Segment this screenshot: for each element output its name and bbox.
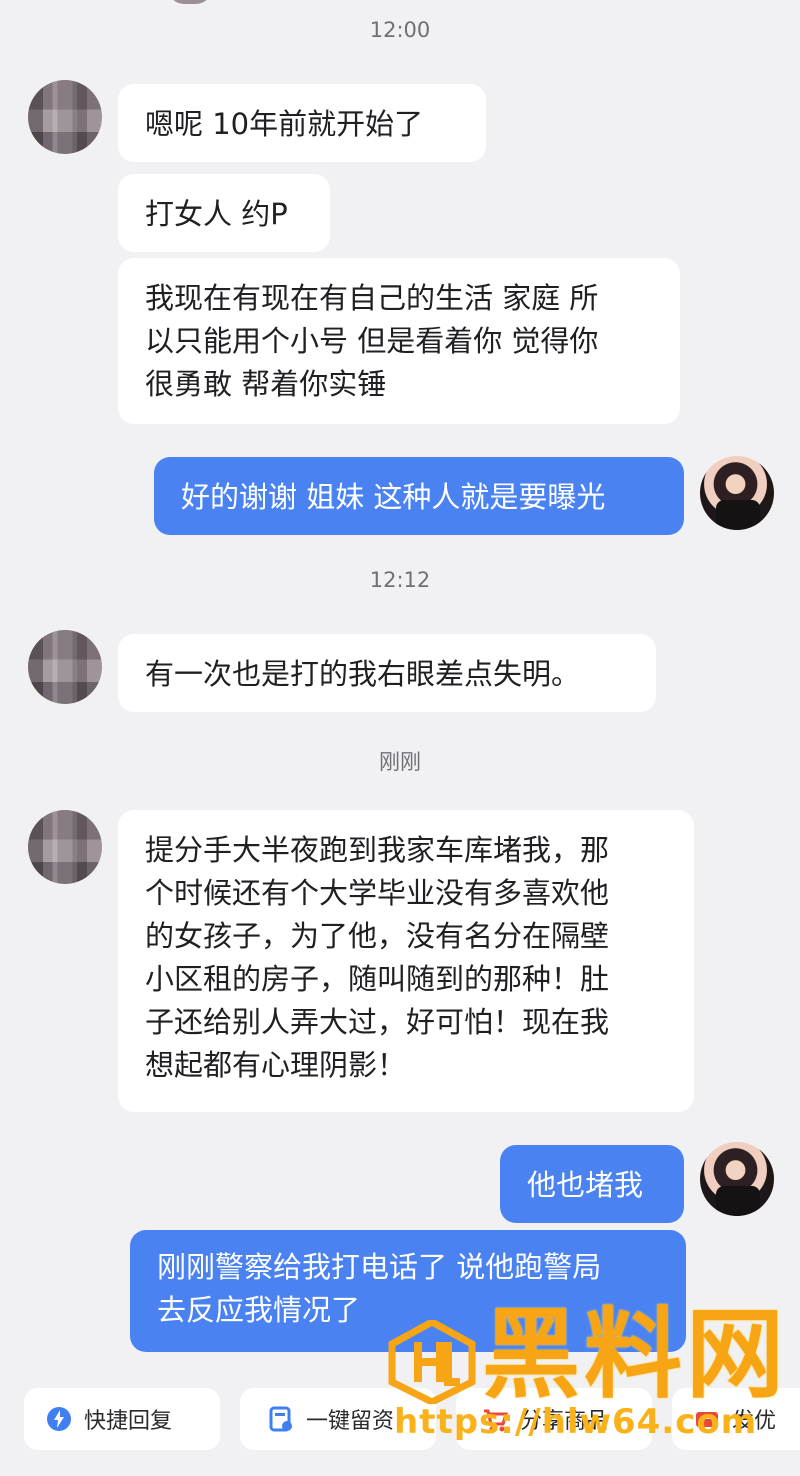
contact-avatar[interactable] bbox=[28, 810, 102, 884]
timestamp: 12:12 bbox=[369, 568, 431, 592]
message-bubble-outgoing[interactable]: 好的谢谢 姐妹 这种人就是要曝光 bbox=[154, 457, 684, 535]
watermark-url: https://hlw64.com bbox=[394, 1402, 758, 1442]
message-bubble-incoming[interactable]: 打女人 约P bbox=[118, 174, 330, 252]
timestamp: 刚刚 bbox=[379, 750, 421, 774]
message-line: 小区租的房子，随叫随到的那种！肚 bbox=[145, 962, 610, 996]
timestamp: 12:00 bbox=[369, 18, 431, 42]
message-line: 以只能用个小号 但是看着你 觉得你 bbox=[145, 324, 599, 358]
message-line: 子还给别人弄大过，好可怕！现在我 bbox=[145, 1005, 610, 1039]
message-line: 很勇敢 帮着你实锤 bbox=[145, 367, 387, 401]
message-line: 我现在有现在有自己的生活 家庭 所 bbox=[145, 281, 599, 315]
quick-reply-button[interactable]: 快捷回复 bbox=[24, 1388, 220, 1450]
hl-logo-icon bbox=[388, 1318, 476, 1406]
message-line: 提分手大半夜跑到我家车库堵我，那 bbox=[145, 833, 610, 867]
self-avatar[interactable] bbox=[700, 456, 774, 530]
contact-avatar[interactable] bbox=[28, 80, 102, 154]
self-avatar[interactable] bbox=[700, 1142, 774, 1216]
quick-reply-label: 快捷回复 bbox=[84, 1409, 173, 1434]
message-bubble-incoming[interactable]: 提分手大半夜跑到我家车库堵我，那 个时候还有个大学毕业没有多喜欢他 的女孩子，为… bbox=[118, 810, 694, 1112]
avatar-partial bbox=[168, 0, 212, 4]
contact-avatar[interactable] bbox=[28, 630, 102, 704]
message-line: 刚刚警察给我打电话了 说他跑警局 bbox=[157, 1250, 602, 1284]
message-line: 想起都有心理阴影！ bbox=[145, 1048, 407, 1082]
message-line: 的女孩子，为了他，没有名分在隔壁 bbox=[145, 919, 610, 953]
message-bubble-incoming[interactable]: 有一次也是打的我右眼差点失明。 bbox=[118, 634, 656, 712]
message-bubble-outgoing[interactable]: 他也堵我 bbox=[500, 1145, 684, 1223]
message-bubble-incoming[interactable]: 我现在有现在有自己的生活 家庭 所 以只能用个小号 但是看着你 觉得你 很勇敢 … bbox=[118, 258, 680, 424]
message-line: 个时候还有个大学毕业没有多喜欢他 bbox=[145, 876, 610, 910]
form-icon bbox=[268, 1405, 294, 1433]
watermark-title: 黑料网 bbox=[482, 1298, 789, 1412]
watermark: 黑料网 https://hlw64.com bbox=[370, 1292, 800, 1442]
bolt-icon bbox=[46, 1405, 72, 1433]
message-bubble-incoming[interactable]: 嗯呢 10年前就开始了 bbox=[118, 84, 486, 162]
